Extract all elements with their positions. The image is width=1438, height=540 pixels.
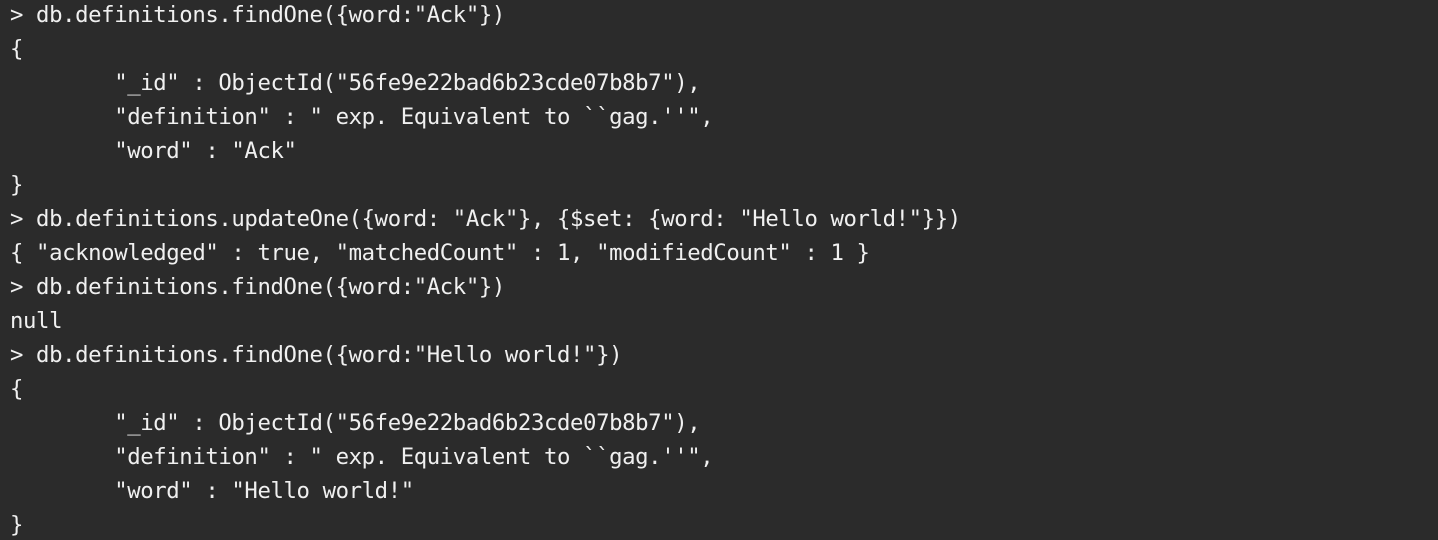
output-line: "_id" : ObjectId("56fe9e22bad6b23cde07b8… xyxy=(10,70,701,96)
output-line: } xyxy=(10,512,24,538)
output-line: { xyxy=(10,36,24,62)
output-line: "word" : "Ack" xyxy=(10,138,297,164)
prompt-line-findone-hello: > db.definitions.findOne({word:"Hello wo… xyxy=(10,342,623,368)
output-line: { "acknowledged" : true, "matchedCount" … xyxy=(10,240,870,266)
terminal-output[interactable]: > db.definitions.findOne({word:"Ack"}) {… xyxy=(0,0,1438,540)
output-line: "definition" : " exp. Equivalent to ``ga… xyxy=(10,444,714,470)
prompt-line-findone-ack: > db.definitions.findOne({word:"Ack"}) xyxy=(10,2,505,28)
output-line: "definition" : " exp. Equivalent to ``ga… xyxy=(10,104,714,130)
output-line: } xyxy=(10,172,24,198)
prompt-line-updateone: > db.definitions.updateOne({word: "Ack"}… xyxy=(10,206,961,232)
output-line: null xyxy=(10,308,63,334)
output-line: "_id" : ObjectId("56fe9e22bad6b23cde07b8… xyxy=(10,410,701,436)
output-line: "word" : "Hello world!" xyxy=(10,478,414,504)
prompt-line-findone-ack: > db.definitions.findOne({word:"Ack"}) xyxy=(10,274,505,300)
output-line: { xyxy=(10,376,24,402)
